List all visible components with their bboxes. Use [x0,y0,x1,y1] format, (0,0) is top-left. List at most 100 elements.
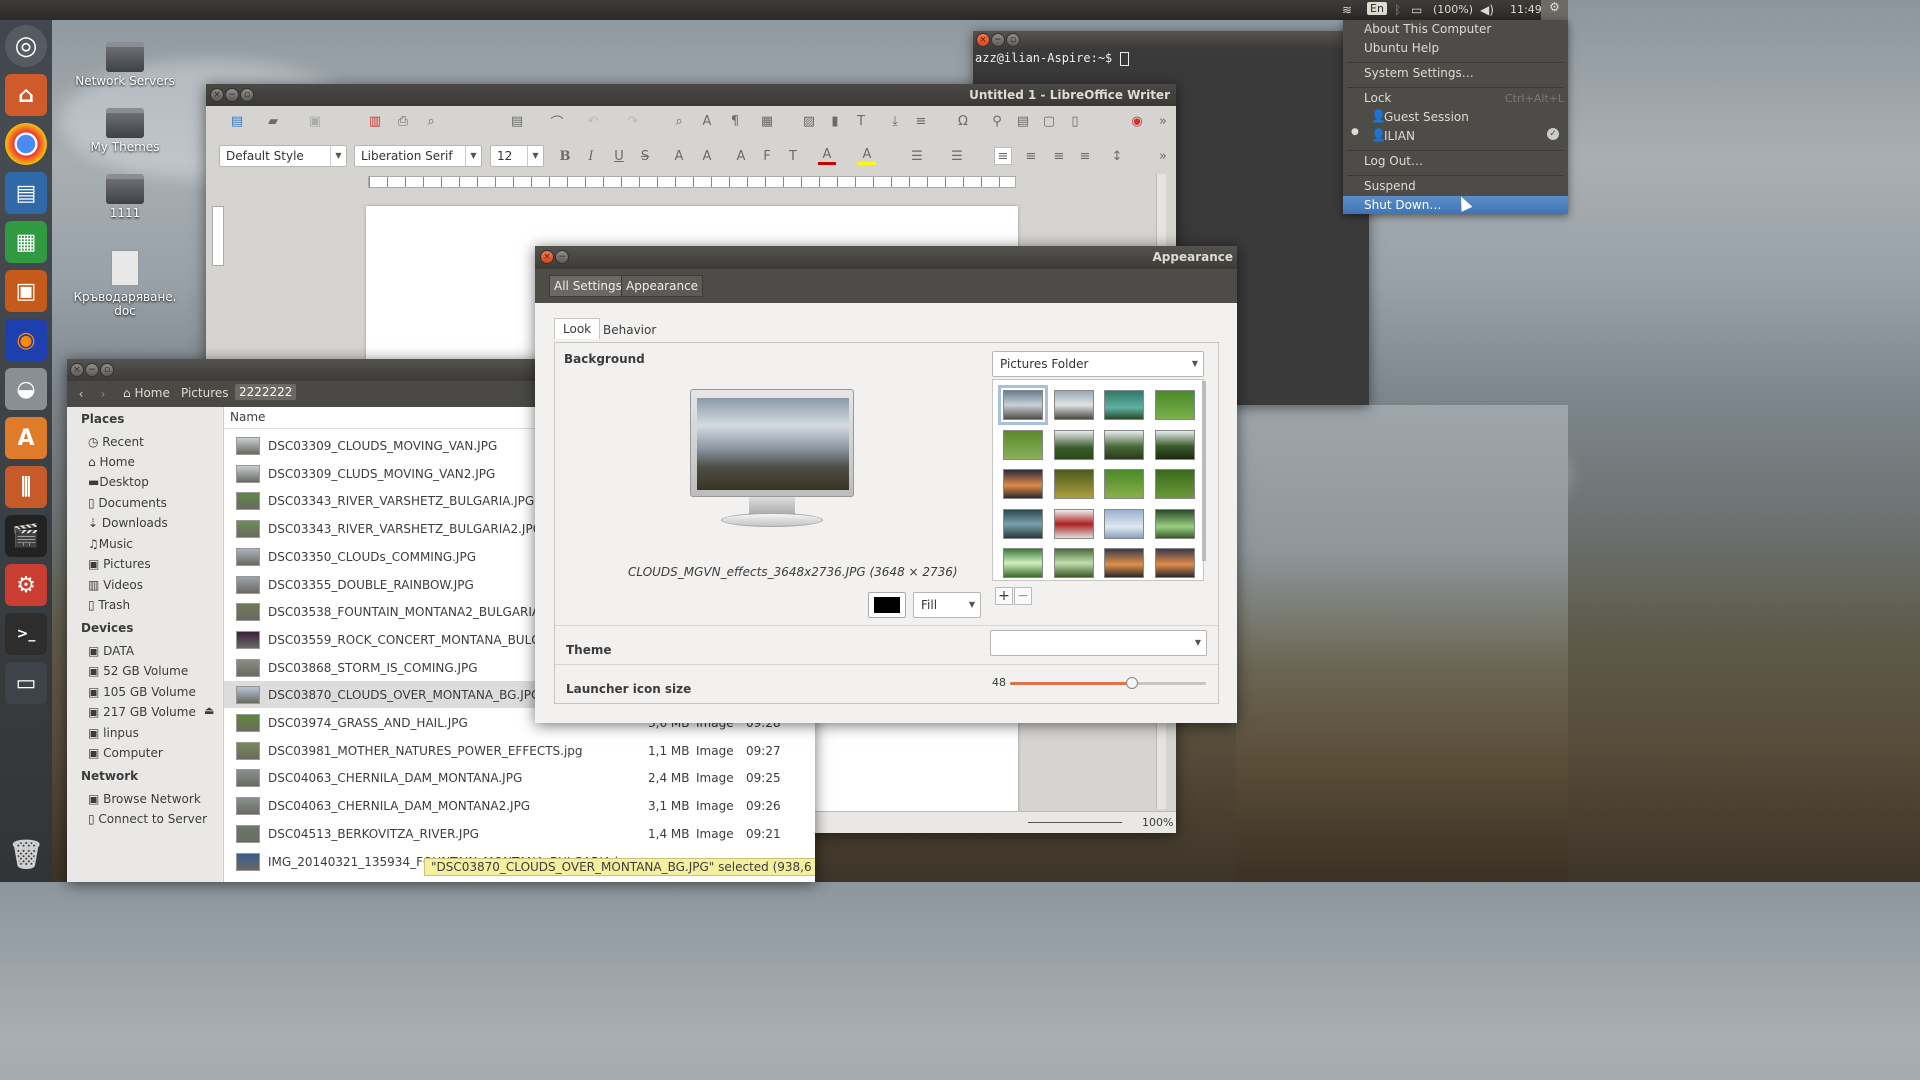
wallpaper-thumbnail[interactable] [1104,469,1144,499]
desktop-icon-my-themes[interactable]: My Themes [70,108,180,154]
appearance-window[interactable]: × − Appearance All Settings Appearance L… [535,246,1237,723]
chrome-icon[interactable] [5,123,47,165]
breadcrumb-pictures[interactable]: Pictures [181,386,229,400]
wallpaper-thumbnail[interactable] [1104,429,1144,460]
sidebar-item-connect-server[interactable]: ▯ Connect to Server [88,812,207,826]
minimize-icon[interactable]: − [85,363,99,377]
wallpaper-thumbnail[interactable] [1154,390,1195,420]
menu-item-log-out[interactable]: Log Out… [1364,154,1423,168]
file-row[interactable]: DSC04063_CHERNILA_DAM_MONTANA2.JPG 3,1 MB… [224,792,814,819]
shadow-icon[interactable]: A [732,147,750,165]
insert-table-icon[interactable]: ▦ [758,112,776,130]
sidebar-item-music[interactable]: ♫Music [88,537,133,551]
menu-item-system-settings[interactable]: System Settings… [1364,66,1474,80]
sidebar-item-pictures[interactable]: ▣ Pictures [88,557,151,571]
insert-page-break-icon[interactable]: ⤓ [886,112,904,130]
numbering-icon[interactable]: ☰ [948,147,966,165]
close-icon[interactable]: × [976,33,990,47]
export-pdf-icon[interactable]: ▥ [366,112,384,130]
trash-icon[interactable]: 🗑 [5,833,47,875]
insert-field-icon[interactable]: ≡ [912,112,930,130]
overflow-chevron-icon[interactable]: » [1154,112,1172,130]
writer-titlebar[interactable]: × − ▫ Untitled 1 - LibreOffice Writer [206,84,1176,106]
slider-knob[interactable] [1125,677,1138,689]
zoom-level[interactable]: 100% [1142,816,1173,829]
background-source-select[interactable]: Pictures Folder ▼ [992,351,1204,377]
battery-percent[interactable]: (100%) [1433,3,1473,16]
impress-icon[interactable]: ▣ [5,270,47,312]
terminal-titlebar[interactable]: × − ▫ [973,31,1369,49]
volume-icon[interactable]: ◀) [1480,3,1494,17]
sidebar-item-home[interactable]: ⌂ Home [88,455,135,469]
subscript-icon[interactable]: A [698,147,716,165]
open-folder-icon[interactable]: ▰ [264,112,282,130]
sidebar-item-217gb[interactable]: ▣ 217 GB Volume [88,705,196,719]
disk-utility-icon[interactable]: ◒ [5,368,47,410]
minimize-icon[interactable]: − [225,88,239,102]
overflow-chevron-icon[interactable]: » [1154,147,1172,165]
insert-chart-icon[interactable]: ▮ [826,112,844,130]
breadcrumb-current[interactable]: 2222222 [235,384,297,400]
paste-icon[interactable]: ▤ [508,112,526,130]
wallpaper-thumbnail[interactable] [1003,508,1043,539]
clock[interactable]: 11:49 [1510,3,1542,16]
wallpaper-thumbnail[interactable] [1154,469,1195,499]
software-center-icon[interactable]: A [5,417,47,459]
wallpaper-thumbnail[interactable] [1154,508,1195,539]
save-icon[interactable]: ▣ [306,112,324,130]
appearance-titlebar[interactable]: × − Appearance [535,246,1237,269]
maximize-icon[interactable]: ▫ [1006,33,1020,47]
terminal-icon[interactable]: >_ [5,613,47,655]
desktop-icon-1111[interactable]: 1111 [70,174,180,220]
outline-icon[interactable]: F [758,147,776,165]
clear-formatting-icon[interactable]: T [784,147,802,165]
video-editor-icon[interactable]: 🎬 [5,515,47,557]
minimize-icon[interactable]: − [991,33,1005,47]
superscript-icon[interactable]: A [670,147,688,165]
horizontal-ruler[interactable] [368,176,1016,188]
menu-item-suspend[interactable]: Suspend [1364,179,1416,193]
file-row[interactable]: DSC04513_BERKOVITZA_RIVER.JPG 1,4 MB Image… [224,820,814,847]
wallpaper-thumbnail[interactable] [1053,429,1094,460]
sidebar-item-trash[interactable]: ▯ Trash [88,598,130,612]
all-settings-button[interactable]: All Settings [549,275,627,297]
footnote-icon[interactable]: ▤ [1014,112,1032,130]
wallpaper-thumbnail[interactable] [1053,548,1094,578]
print-preview-icon[interactable]: ⌕ [422,112,440,130]
insert-image-icon[interactable]: ▨ [800,112,818,130]
align-right-icon[interactable]: ≡ [1050,147,1068,165]
battery-icon[interactable]: ▭ [1411,3,1422,17]
keyboard-layout-indicator[interactable]: En [1367,2,1387,15]
remove-wallpaper-button[interactable]: − [1014,587,1032,605]
formatting-marks-icon[interactable]: ¶ [726,112,744,130]
desktop-icon-document[interactable]: Кръводаряване.doc [70,250,180,318]
insert-textbox-icon[interactable]: T [852,112,870,130]
sidebar-item-browse-network[interactable]: ▣ Browse Network [88,792,201,806]
breadcrumb-appearance[interactable]: Appearance [621,275,704,297]
record-icon[interactable]: ◉ [1128,112,1146,130]
wallpaper-thumbnail[interactable] [1003,548,1043,578]
align-center-icon[interactable]: ≡ [1022,147,1040,165]
clone-formatting-icon[interactable]: ⌒ [548,112,566,131]
menu-item-user-ilian[interactable]: ILIAN [1384,129,1415,143]
calc-icon[interactable]: ▦ [5,221,47,263]
file-row[interactable]: DSC03981_MOTHER_NATURES_POWER_EFFECTS.jp… [224,737,814,764]
wallpaper-thumbnail[interactable] [1154,548,1195,578]
vertical-ruler[interactable] [212,206,224,266]
sidebar-item-recent[interactable]: ◷ Recent [88,435,144,449]
sidebar-item-105gb[interactable]: ▣ 105 GB Volume [88,685,196,699]
eject-icon[interactable]: ⏏ [204,704,214,717]
theme-select[interactable]: ▼ [990,630,1207,656]
add-wallpaper-button[interactable]: + [995,587,1013,605]
menu-item-guest-session[interactable]: Guest Session [1384,110,1469,124]
wallpaper-thumbnail[interactable] [1053,390,1094,420]
spelling-icon[interactable]: A [698,112,716,130]
track-changes-icon[interactable]: ▯ [1066,112,1084,130]
justify-icon[interactable]: ≡ [1076,147,1094,165]
sidebar-item-documents[interactable]: ▯ Documents [88,496,167,510]
wallpaper-thumbnail[interactable] [1003,469,1043,499]
sidebar-item-data[interactable]: ▣ DATA [88,644,134,658]
gear-icon[interactable]: ⚙ [1541,0,1568,20]
wallpaper-thumbnail[interactable] [1003,429,1043,460]
menu-item-lock[interactable]: Lock [1364,91,1391,105]
